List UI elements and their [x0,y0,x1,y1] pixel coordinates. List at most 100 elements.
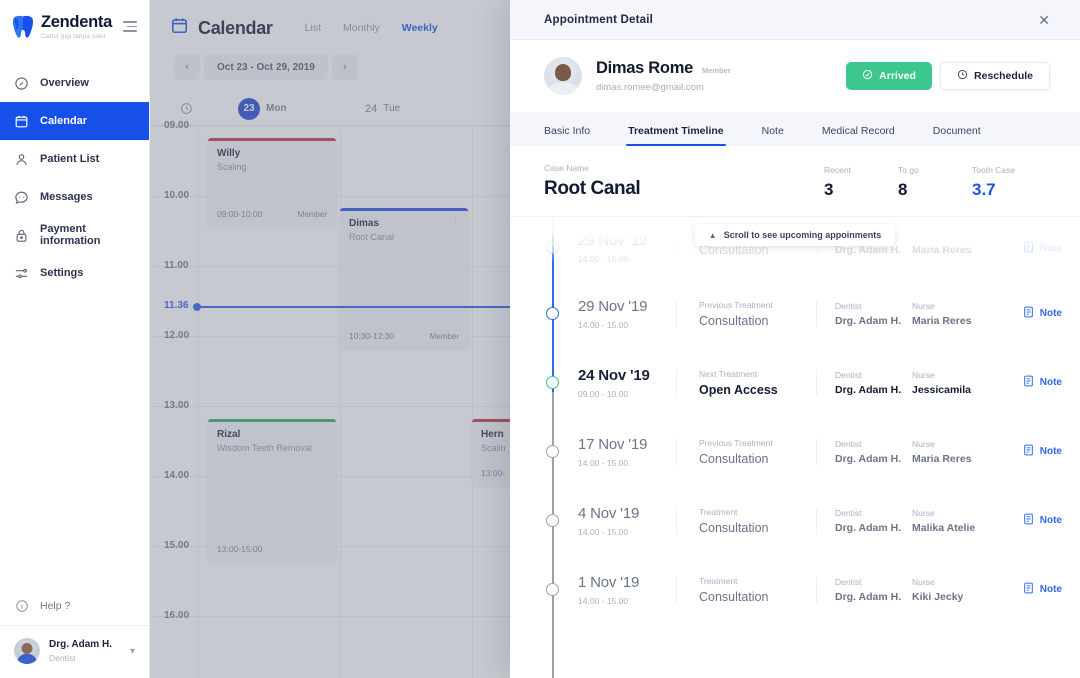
arrived-button[interactable]: Arrived [846,62,933,90]
calendar-view-weekly[interactable]: Weekly [402,22,438,34]
calendar-view-monthly[interactable]: Monthly [343,22,380,34]
sidebar-item-calendar[interactable]: Calendar [0,102,149,141]
avatar [14,638,40,664]
timeline-time: 09.00 - 10.00 [578,388,629,399]
case-summary: Case Name Root Canal Recent 3 To go 8 To… [510,146,1080,217]
sidebar-item-payment-information[interactable]: Payment information [0,216,149,254]
brand-name: Zendenta [41,13,112,31]
patient-name: Dimas Rome [596,59,693,77]
appointment-procedure: Wisdom Teeth Removal [217,443,312,453]
timeline-treatment: Open Access [699,382,778,397]
note-button[interactable]: Note [1023,375,1062,390]
appointment-time: 09:00-10:00 [217,209,263,219]
timeline-row[interactable]: 1 Nov '19 14.00 - 15.00 Treatment Consul… [510,555,1080,624]
timeline-row[interactable]: 24 Nov '19 09.00 - 10.00 Next Treatment … [510,348,1080,417]
timeline-treatment: Consultation [699,451,769,466]
prev-week-button[interactable]: ‹ [174,54,200,80]
note-button[interactable]: Note [1023,513,1062,528]
timeline-treatment: Consultation [699,589,769,604]
timeline-nurse-label: Nurse [912,369,935,380]
tab-note[interactable]: Note [762,125,784,146]
person-icon [14,152,29,167]
timeline-dentist: Drg. Adam H. [835,452,902,465]
note-button[interactable]: Note [1023,306,1062,321]
timeline-dot [546,241,559,254]
calendar-view-list[interactable]: List [305,22,321,34]
help-link[interactable]: Help ? [0,586,149,626]
timeline-dot [546,376,559,389]
stat-label: To go [898,165,919,175]
appointment-card[interactable]: ⋮ Dimas Root Canal 10:30-12:30 Member [340,208,468,348]
day-column-header[interactable]: 24 Tue [347,103,484,115]
timeline-date: 4 Nov '19 [578,504,640,522]
timeline-time: 14.00 - 15.00 [578,526,629,537]
sidebar-item-messages[interactable]: Messages [0,178,149,216]
note-button[interactable]: Note [1023,241,1062,256]
tab-document[interactable]: Document [933,125,981,146]
reschedule-button[interactable]: Reschedule [940,62,1050,90]
appointment-card[interactable]: Willy Scaling 09:00-10:00 Member [208,138,336,226]
appointment-time: 10:30-12:30 [349,331,395,341]
timeline-time: 14.00 - 15.00 [578,254,629,264]
case-name-label: Case Name [544,163,589,173]
sliders-icon [14,266,29,281]
timeline-time: 14.00 - 15.00 [578,319,629,330]
note-icon [1023,241,1034,256]
timeline-row[interactable]: 29 Nov '19 14.00 - 15.00 Previous Treatm… [510,279,1080,348]
timeline-treatment-label: Treatment [699,506,738,517]
timeline-nurse: Maria Reres [912,244,972,256]
clock-icon [162,102,210,115]
close-icon[interactable]: ✕ [1038,13,1050,27]
timeline-dot [546,445,559,458]
tab-medical-record[interactable]: Medical Record [822,125,895,146]
sidebar-item-overview[interactable]: Overview [0,64,149,102]
timeline-nurse-label: Nurse [912,507,935,518]
appointment-card[interactable]: Rizal Wisdom Teeth Removal 13:00-15:00 [208,419,336,561]
patient-summary: Dimas Rome Member dimas.romee@gmail.com … [510,40,1080,112]
more-vertical-icon[interactable]: ⋮ [451,214,460,224]
note-icon [1023,582,1034,597]
timeline-time: 14.00 - 15.00 [578,457,629,468]
treatment-timeline[interactable]: 29 Nov '19 14.00 - 15.00 Consultation Dr… [510,217,1080,678]
note-label: Note [1039,242,1062,254]
day-number: 23 [238,97,260,120]
brand: Zendenta Cabut gigi tanpa sakit [0,0,149,54]
note-button[interactable]: Note [1023,444,1062,459]
tab-treatment-timeline[interactable]: Treatment Timeline [626,125,726,146]
profile-menu[interactable]: Drg. Adam H. Dentist ▾ [0,626,149,678]
overview-icon [14,76,29,91]
timeline-nurse-label: Nurse [912,438,935,449]
timeline-treatment-label: Previous Treatment [699,437,773,448]
profile-name: Drg. Adam H. [49,639,112,651]
timeline-row[interactable]: 4 Nov '19 14.00 - 15.00 Treatment Consul… [510,486,1080,555]
appointment-tag: Member [297,209,327,219]
panel-title: Appointment Detail [544,13,654,26]
timeline-nurse: Maria Reres [912,314,972,327]
sidebar-item-label: Patient List [40,153,100,166]
timeline-dot [546,307,559,320]
next-week-button[interactable]: › [331,54,358,80]
stat-value: 8 [898,180,908,199]
check-circle-icon [862,69,873,83]
now-time-label: 11.36 [164,300,189,311]
case-name-value: Root Canal [544,178,641,199]
tab-basic-info[interactable]: Basic Info [544,125,590,146]
reschedule-label: Reschedule [974,70,1033,82]
stat-to-go: To go 8 [898,165,972,200]
day-column-header[interactable]: 23 Mon [210,97,347,120]
scroll-hint-button[interactable]: ▲ Scroll to see upcoming appoinments [694,224,896,246]
hour-label: 16.00 [164,610,190,621]
lock-icon [14,228,29,243]
sidebar-item-settings[interactable]: Settings [0,254,149,292]
sidebar-item-patient-list[interactable]: Patient List [0,140,149,178]
chevron-down-icon[interactable]: ▾ [130,646,135,657]
app-root: Zendenta Cabut gigi tanpa sakit Overview… [0,0,1080,678]
timeline-dentist-label: Dentist [835,300,862,311]
hamburger-icon[interactable] [123,21,137,33]
stat-recent: Recent 3 [824,165,898,200]
sidebar: Zendenta Cabut gigi tanpa sakit Overview… [0,0,150,678]
date-range-label[interactable]: Oct 23 - Oct 29, 2019 [204,54,328,80]
note-button[interactable]: Note [1023,582,1062,597]
timeline-nurse: Kiki Jecky [912,590,964,603]
timeline-row[interactable]: 17 Nov '19 14.00 - 15.00 Previous Treatm… [510,417,1080,486]
